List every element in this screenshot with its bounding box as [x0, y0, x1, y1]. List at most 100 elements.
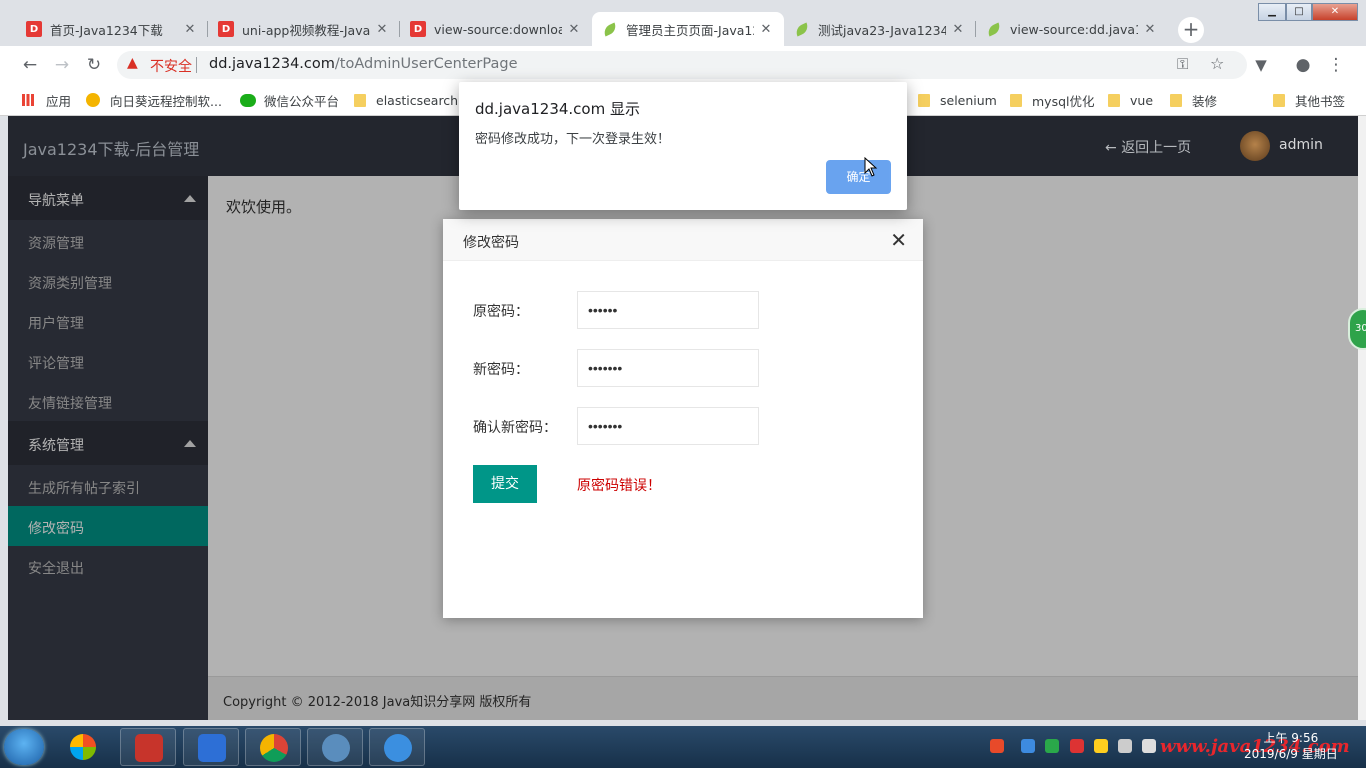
reload-icon[interactable]: ↻	[82, 53, 106, 77]
bookmark-label: vue	[1130, 92, 1154, 108]
alert-title: dd.java1234.com 显示	[475, 100, 640, 118]
bookmark-label: elasticsearch	[376, 92, 459, 108]
bookmark-label: 微信公众平台	[264, 93, 340, 109]
d-favicon-icon: D	[218, 21, 234, 37]
scrollbar[interactable]	[1358, 116, 1366, 720]
confirm-password-label: 确认新密码：	[473, 420, 557, 436]
floating-badge[interactable]: 30	[1348, 308, 1366, 350]
pinned-app-icon[interactable]	[60, 728, 108, 766]
clock-time: 上午 9:56	[1263, 731, 1319, 745]
bookmark-folder[interactable]: elasticsearch	[354, 90, 458, 110]
network-tray-icon[interactable]	[1118, 739, 1132, 753]
submit-button[interactable]: 提交	[473, 465, 537, 503]
leaf-favicon-icon	[793, 21, 811, 37]
tab-title: 测试java23-Java1234下	[818, 22, 946, 38]
folder-icon	[1010, 93, 1022, 107]
bookmark-folder[interactable]: selenium	[918, 90, 997, 110]
close-tab-icon[interactable]: ✕	[566, 22, 582, 37]
tab-title: 首页-Java1234下载	[50, 22, 163, 38]
new-password-field[interactable]	[577, 349, 759, 387]
browser-tab[interactable]: D 首页-Java1234下载 ✕	[16, 12, 208, 46]
old-password-label: 原密码：	[473, 304, 529, 320]
bookmark-folder[interactable]: vue	[1108, 90, 1153, 110]
wps-app-icon[interactable]	[183, 728, 239, 766]
key-icon[interactable]: ⚿	[1177, 55, 1188, 73]
back-link[interactable]: ← 返回上一页	[1105, 137, 1191, 157]
qq-browser-app-icon[interactable]	[369, 728, 425, 766]
sogou-tray-icon[interactable]	[990, 739, 1004, 753]
forward-arrow-icon[interactable]: →	[50, 53, 74, 77]
old-password-field[interactable]	[577, 291, 759, 329]
badge-text: 30	[1355, 323, 1366, 334]
clock[interactable]: 上午 9:56 2019/6/9 星期日	[1244, 730, 1338, 762]
url-host: dd.java1234.com	[209, 56, 335, 72]
browser-tab[interactable]: D view-source:download ✕	[400, 12, 592, 46]
bookmark-apps[interactable]: 应用	[22, 90, 71, 110]
address-bar[interactable]: ▲ 不安全 dd.java1234.com/toAdminUserCenterP…	[117, 51, 1247, 79]
menu-dots-icon[interactable]: ⋮	[1324, 53, 1348, 77]
bookmark-item[interactable]: 微信公众平台	[240, 90, 339, 110]
alert-message: 密码修改成功，下一次登录生效！	[475, 132, 671, 147]
leaf-favicon-icon	[985, 21, 1003, 37]
bookmark-label: 向日葵远程控制软...	[110, 93, 222, 109]
folder-icon	[918, 93, 930, 107]
bookmark-folder[interactable]: 装修	[1170, 90, 1217, 110]
folder-icon	[1170, 93, 1182, 107]
dialog-header: 修改密码 ✕	[443, 219, 923, 261]
username[interactable]: admin	[1279, 137, 1323, 153]
close-icon[interactable]: ✕	[890, 228, 907, 252]
tray-icon[interactable]	[1070, 739, 1084, 753]
left-arrow-icon: ←	[1105, 140, 1122, 156]
tab-title: uni-app视频教程-Java1	[242, 22, 370, 38]
url-text[interactable]: dd.java1234.com/toAdminUserCenterPage	[209, 56, 518, 72]
flag-tray-icon[interactable]	[1142, 739, 1156, 753]
start-button[interactable]	[4, 729, 44, 765]
close-tab-icon[interactable]: ✕	[374, 22, 390, 37]
os-taskbar: www.java1234.com 上午 9:56 2019/6/9 星期日	[0, 726, 1366, 768]
browser-tab[interactable]: 测试java23-Java1234下 ✕	[784, 12, 976, 46]
tray-icon[interactable]	[1021, 739, 1035, 753]
other-bookmarks-folder[interactable]: 其他书签	[1273, 90, 1345, 110]
javaee-ide-app-icon[interactable]	[120, 728, 176, 766]
bookmark-folder[interactable]: mysql优化	[1010, 90, 1095, 110]
apps-grid-icon	[22, 94, 34, 106]
tab-title: 管理员主页页面-Java12	[626, 22, 754, 38]
mysql-app-icon[interactable]	[307, 728, 363, 766]
new-password-label: 新密码：	[473, 362, 529, 378]
new-tab-button[interactable]: +	[1178, 17, 1204, 43]
bookmark-label: mysql优化	[1032, 93, 1095, 109]
minimize-window-button[interactable]: ▁	[1258, 3, 1286, 21]
bookmark-label: 应用	[46, 93, 72, 109]
shield-tray-icon[interactable]	[1045, 739, 1059, 753]
close-window-button[interactable]: ✕	[1312, 3, 1358, 21]
close-tab-icon[interactable]: ✕	[950, 22, 966, 37]
brand-title[interactable]: Java1234下载-后台管理	[23, 136, 199, 160]
maximize-window-button[interactable]: □	[1286, 3, 1312, 21]
folder-icon	[1273, 93, 1285, 107]
browser-tab-strip: D 首页-Java1234下载 ✕ D uni-app视频教程-Java1 ✕ …	[0, 0, 1366, 46]
extension-icon[interactable]: ▼	[1249, 53, 1273, 77]
back-arrow-icon[interactable]: ←	[18, 53, 42, 77]
tray-icon[interactable]	[1094, 739, 1108, 753]
browser-tab[interactable]: D uni-app视频教程-Java1 ✕	[208, 12, 400, 46]
ok-button[interactable]: 确定	[826, 160, 891, 194]
close-tab-icon[interactable]: ✕	[182, 22, 198, 37]
bookmark-label: selenium	[940, 92, 997, 108]
confirm-password-field[interactable]	[577, 407, 759, 445]
avatar[interactable]	[1240, 131, 1270, 161]
browser-tab-active[interactable]: 管理员主页页面-Java12 ✕	[592, 12, 784, 46]
divider	[196, 57, 197, 73]
star-icon[interactable]: ☆	[1210, 54, 1224, 73]
close-tab-icon[interactable]: ✕	[1142, 22, 1158, 37]
leaf-favicon-icon	[601, 21, 619, 37]
bookmark-item[interactable]: 向日葵远程控制软...	[86, 90, 222, 110]
bookmark-label: 装修	[1192, 93, 1218, 109]
close-tab-icon[interactable]: ✕	[758, 22, 774, 37]
profile-icon[interactable]: ●	[1291, 53, 1315, 77]
security-label[interactable]: 不安全	[150, 56, 192, 76]
browser-tab[interactable]: view-source:dd.java12 ✕	[976, 12, 1168, 46]
d-favicon-icon: D	[26, 21, 42, 37]
change-password-dialog: 修改密码 ✕ 原密码： 新密码： 确认新密码： 提交 原密码错误！	[443, 219, 923, 618]
chrome-app-icon[interactable]	[245, 728, 301, 766]
wechat-icon	[240, 93, 256, 107]
